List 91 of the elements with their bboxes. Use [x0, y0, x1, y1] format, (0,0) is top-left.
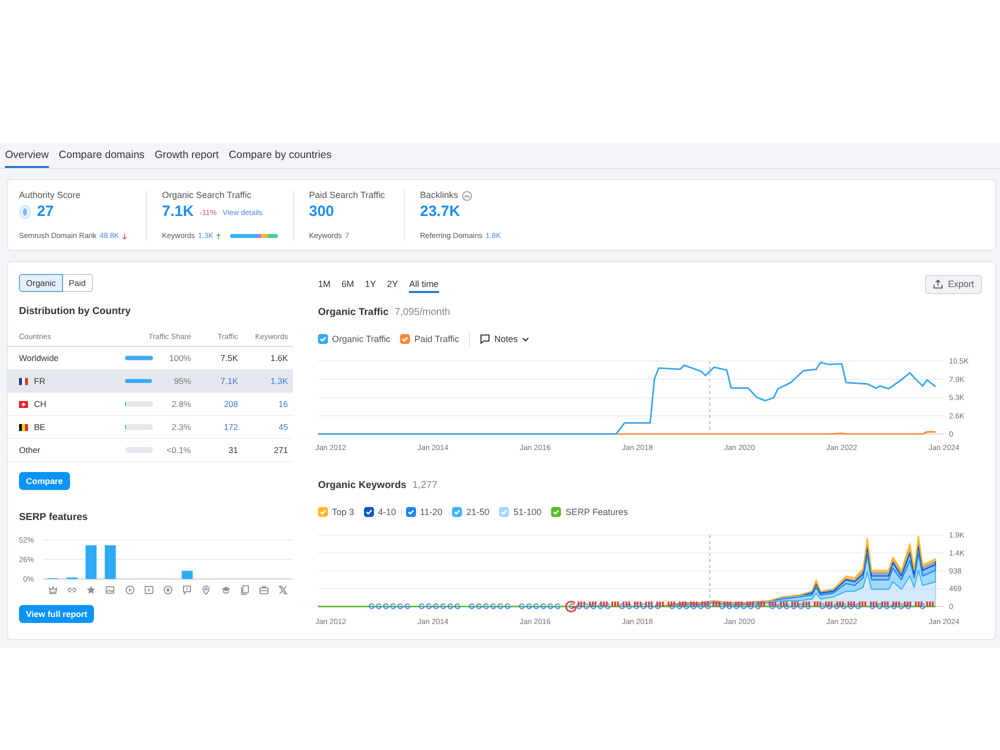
section-title: Distribution by Country	[19, 306, 132, 318]
tab[interactable]: Growth report	[154, 143, 219, 168]
legend-label: 21-50	[466, 507, 490, 517]
chart-bar	[182, 570, 193, 579]
country-name: BE	[34, 422, 46, 432]
metric-title: Organic Search Traffic	[162, 190, 252, 201]
metric-value: 300	[309, 202, 334, 222]
legend-checkbox[interactable]	[406, 507, 416, 517]
table-row[interactable]: BE 2.3% 172 45	[8, 416, 293, 439]
period-tab[interactable]: 2Y	[387, 275, 398, 293]
legend-checkbox[interactable]	[551, 507, 562, 517]
legend-checkbox[interactable]	[364, 507, 374, 517]
x-logo-icon	[278, 585, 288, 595]
metric-title: Authority Score	[19, 190, 81, 201]
link-icon	[66, 585, 77, 595]
keyword-distribution-bar	[230, 234, 278, 238]
country-name: FR	[34, 376, 46, 386]
location-pin-icon	[201, 585, 212, 595]
legend-checkbox[interactable]	[452, 507, 462, 517]
traffic-link[interactable]: 172	[191, 422, 238, 432]
legend-checkbox[interactable]	[400, 334, 410, 344]
score-ring-icon	[19, 205, 31, 219]
crown-icon	[48, 585, 58, 595]
period-tab[interactable]: 6M	[342, 275, 354, 293]
table-cell-text: 271	[272, 445, 288, 455]
chart-bar	[104, 545, 116, 579]
tab[interactable]: Compare domains	[58, 143, 145, 168]
period-tab[interactable]: 1Y	[365, 275, 376, 293]
period-tab[interactable]: 1M	[318, 275, 331, 293]
country-name: Other	[19, 445, 40, 455]
segment-button[interactable]: Paid	[62, 274, 93, 292]
table-cell-text: 95%	[172, 376, 191, 386]
briefcase-icon	[259, 585, 270, 595]
table-cell-text: 2.8%	[170, 399, 191, 409]
flag-icon	[19, 400, 28, 408]
chart-subtitle: 7,095/month	[394, 307, 450, 319]
table-cell-text: 7.5K	[220, 353, 238, 363]
keywords-link[interactable]: 16	[238, 399, 288, 409]
legend-label: Organic Traffic	[332, 334, 390, 344]
legend-checkbox[interactable]	[318, 334, 328, 344]
table-cell-text: 1.6K	[270, 353, 288, 363]
play-circle-icon	[124, 585, 135, 595]
country-name: CH	[34, 399, 46, 409]
upload-icon	[932, 279, 943, 289]
video-icon	[144, 585, 154, 595]
table-row[interactable]: Other <0.1% 31 271	[8, 439, 293, 462]
chart-subtitle: 1,277	[412, 480, 438, 492]
tab[interactable]: Overview	[5, 143, 49, 168]
table-row[interactable]: FR 95% 7.1K 1.3K	[8, 370, 293, 393]
legend-label: SERP Features	[565, 507, 628, 517]
table-cell-text: 100%	[168, 353, 191, 363]
chart-bar	[86, 545, 97, 579]
traffic-link[interactable]: 208	[191, 399, 238, 409]
chart-title: Organic Keywords	[318, 480, 406, 492]
keywords-link[interactable]: 1.3K	[238, 376, 288, 386]
comment-icon	[480, 334, 490, 344]
flag-icon	[19, 378, 28, 384]
export-button[interactable]: Export	[924, 274, 982, 294]
graduation-cap-icon	[220, 585, 231, 595]
image-icon	[105, 585, 116, 595]
keywords-link[interactable]: 45	[238, 422, 288, 432]
legend-label: Top 3	[332, 507, 354, 517]
gauge-icon	[462, 190, 472, 200]
record-icon	[163, 585, 174, 595]
table-cell-text: 2.3%	[170, 422, 191, 432]
flag-icon	[19, 424, 28, 430]
traffic-link[interactable]: 7.1K	[191, 376, 238, 386]
metric-title: Backlinks	[420, 190, 458, 201]
legend-label: 51-100	[513, 507, 542, 517]
section-title: SERP features	[19, 512, 89, 524]
segment-button[interactable]: Organic	[19, 274, 63, 292]
chart-title: Organic Traffic	[318, 307, 389, 319]
legend-label: Paid Traffic	[414, 334, 460, 344]
legend-label: 4-10	[378, 507, 396, 517]
table-cell-text: 31	[228, 445, 238, 455]
metric-title: Paid Search Traffic	[309, 190, 385, 201]
star-icon	[86, 585, 96, 595]
legend-checkbox[interactable]	[318, 507, 328, 517]
tab[interactable]: Compare by countries	[228, 143, 332, 168]
metric-value: 7.1K	[162, 202, 194, 222]
period-tab[interactable]: All time	[409, 275, 439, 293]
table-row[interactable]: CH 2.8% 208 16	[8, 393, 293, 416]
notes-button[interactable]: Notes	[480, 334, 529, 344]
metric-value: 27	[37, 202, 54, 222]
legend-label: 11-20	[420, 507, 442, 517]
chevron-down-icon	[522, 336, 529, 342]
table-cell-text: <0.1%	[166, 445, 191, 455]
comment-icon	[182, 585, 192, 595]
document-icon	[240, 585, 250, 595]
metric-value: 23.7K	[420, 202, 460, 222]
country-name: Worldwide	[19, 353, 59, 363]
